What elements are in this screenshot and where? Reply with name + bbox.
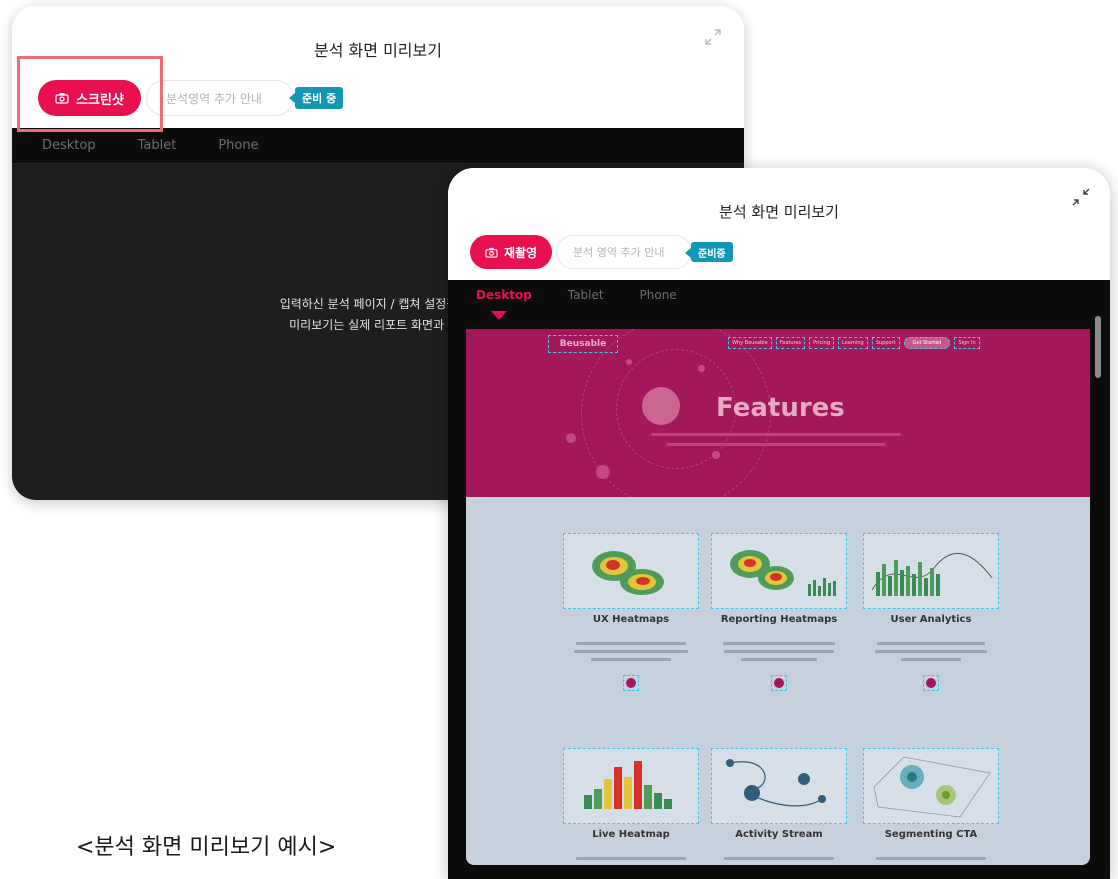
card-title: Live Heatmap bbox=[592, 829, 670, 840]
card-more-button bbox=[771, 675, 787, 691]
card-image bbox=[563, 748, 699, 824]
feature-card: UX Heatmaps bbox=[563, 533, 699, 691]
card-image bbox=[711, 748, 847, 824]
card-image bbox=[863, 748, 999, 824]
camera-icon bbox=[485, 247, 498, 258]
card-title: Segmenting CTA bbox=[884, 829, 978, 840]
decor-bubble bbox=[566, 433, 576, 443]
segmenting-illustration bbox=[873, 756, 991, 818]
card-text bbox=[863, 857, 999, 860]
decor-bubble bbox=[626, 359, 632, 365]
nav-support: Support bbox=[871, 337, 900, 349]
panel-title: 분석 화면 미리보기 bbox=[719, 203, 839, 221]
card-title: User Analytics bbox=[890, 614, 972, 625]
tab-phone[interactable]: Phone bbox=[218, 138, 258, 153]
feature-card: Activity Stream bbox=[711, 748, 847, 865]
card-image bbox=[711, 533, 847, 609]
panel-header: 분석 화면 미리보기 재촬영 분석 영역 추가 안내 준비중 bbox=[448, 168, 1110, 280]
decor-bubble bbox=[698, 365, 705, 372]
tab-tablet[interactable]: Tablet bbox=[568, 288, 604, 302]
live-heatmap-illustration bbox=[584, 761, 672, 809]
nav-why: Why Beusable bbox=[728, 337, 772, 349]
activity-stream-illustration bbox=[726, 759, 826, 807]
retake-button-label: 재촬영 bbox=[503, 245, 538, 260]
heatmap-illustration bbox=[730, 550, 836, 596]
card-title: Activity Stream bbox=[735, 829, 823, 840]
tab-desktop[interactable]: Desktop bbox=[476, 288, 532, 302]
tab-phone[interactable]: Phone bbox=[640, 288, 677, 302]
card-more-button bbox=[623, 675, 639, 691]
card-text bbox=[563, 857, 699, 860]
retake-button[interactable]: 재촬영 bbox=[470, 235, 552, 269]
figure-caption: <분석 화면 미리보기 예시> bbox=[76, 835, 337, 860]
analytics-illustration bbox=[871, 552, 993, 596]
site-nav: Why Beusable Features Pricing Learning S… bbox=[728, 337, 980, 349]
nav-get-started: Get Started bbox=[903, 337, 951, 349]
tab-desktop[interactable]: Desktop bbox=[42, 138, 96, 153]
card-text bbox=[711, 857, 847, 860]
nav-pricing: Pricing bbox=[809, 337, 835, 349]
preview-panel-front: 분석 화면 미리보기 재촬영 분석 영역 추가 안내 준비중 Desktop T… bbox=[448, 168, 1110, 879]
highlight-frame bbox=[17, 56, 163, 132]
hero-text-line bbox=[651, 433, 901, 436]
decor-bubble bbox=[712, 451, 720, 459]
card-title: UX Heatmaps bbox=[592, 614, 670, 625]
expand-icon[interactable] bbox=[704, 28, 722, 46]
card-text bbox=[563, 642, 699, 661]
page-preview: Beusable Why Beusable Features Pricing L… bbox=[466, 329, 1090, 865]
site-logo: Beusable bbox=[548, 335, 618, 353]
active-tab-marker bbox=[491, 311, 507, 320]
nav-features: Features bbox=[775, 337, 806, 349]
card-text bbox=[863, 642, 999, 661]
heatmap-illustration bbox=[592, 551, 664, 595]
status-badge: 준비 중 bbox=[288, 87, 344, 109]
nav-sign-in: Sign In bbox=[954, 337, 980, 349]
feature-card: Reporting Heatmaps bbox=[711, 533, 847, 691]
card-text bbox=[711, 642, 847, 661]
decor-bubble bbox=[596, 465, 610, 479]
area-guide-pill[interactable]: 분석영역 추가 안내 bbox=[146, 80, 294, 116]
card-title: Reporting Heatmaps bbox=[720, 614, 838, 625]
feature-card: Live Heatmap bbox=[563, 748, 699, 865]
card-image bbox=[563, 533, 699, 609]
scrollbar-thumb[interactable] bbox=[1095, 316, 1101, 378]
feature-card: User Analytics bbox=[863, 533, 999, 691]
device-tabs: Desktop Tablet Phone bbox=[12, 128, 744, 164]
device-tabs: Desktop Tablet Phone bbox=[448, 280, 1110, 310]
hero-title: Features bbox=[716, 393, 845, 423]
nav-learning: Learning bbox=[838, 337, 868, 349]
hero-section: Beusable Why Beusable Features Pricing L… bbox=[466, 329, 1090, 497]
hero-text-line bbox=[666, 443, 886, 446]
collapse-icon[interactable] bbox=[1072, 188, 1090, 206]
feature-card: Segmenting CTA bbox=[863, 748, 999, 865]
card-image bbox=[863, 533, 999, 609]
area-guide-pill[interactable]: 분석 영역 추가 안내 bbox=[556, 235, 692, 269]
status-badge: 준비중 bbox=[685, 242, 733, 262]
tab-tablet[interactable]: Tablet bbox=[138, 138, 177, 153]
card-more-button bbox=[923, 675, 939, 691]
